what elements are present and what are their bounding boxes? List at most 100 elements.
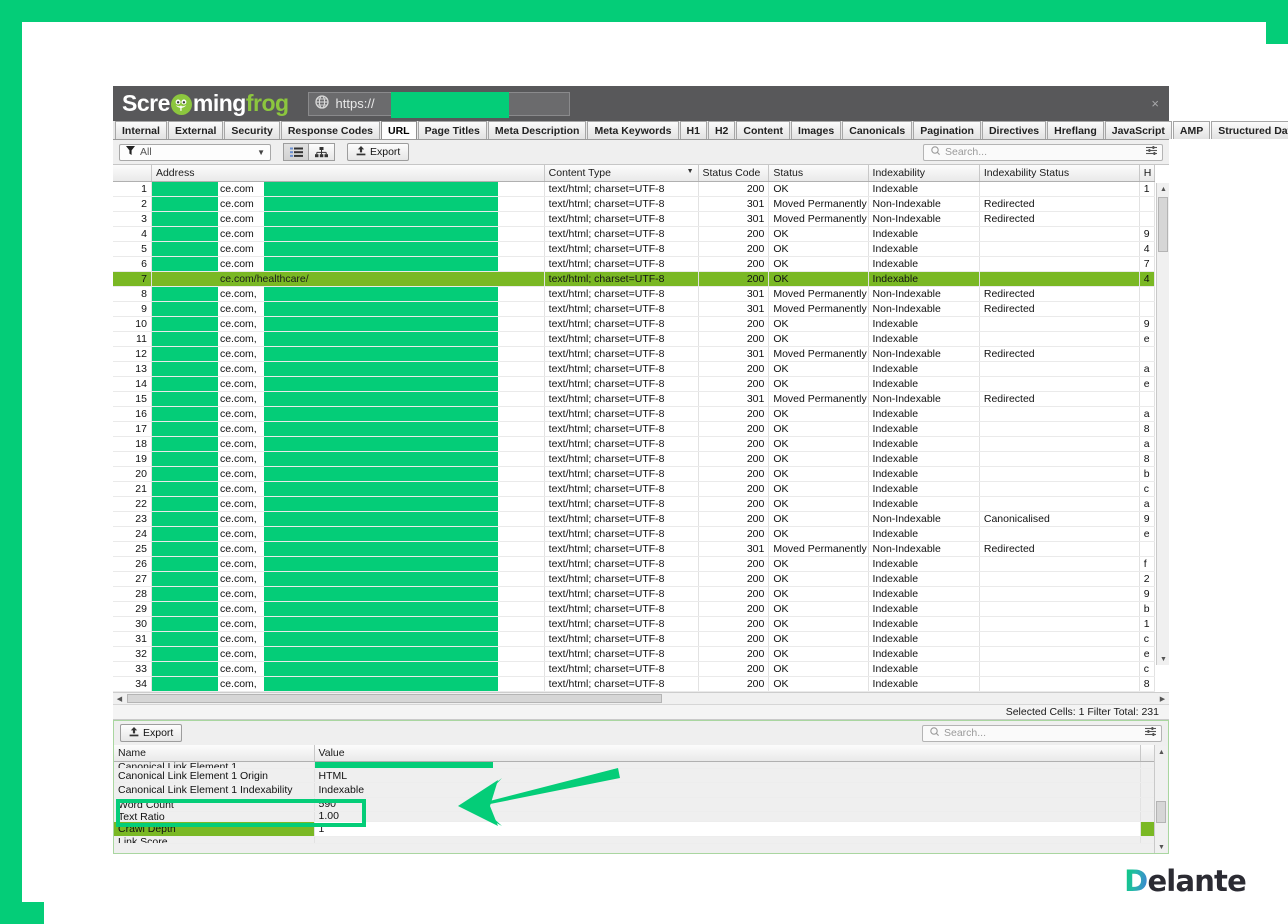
cell-indexability-status[interactable] <box>979 362 1139 377</box>
grid-vertical-scrollbar[interactable]: ▲ ▼ <box>1156 183 1169 665</box>
cell-status-code[interactable]: 200 <box>698 482 769 497</box>
cell-indexability-status[interactable]: Redirected <box>979 287 1139 302</box>
cell-address[interactable]: ce.com, <box>151 602 544 617</box>
cell-status-code[interactable]: 200 <box>698 332 769 347</box>
table-row[interactable]: 20ce.com,text/html; charset=UTF-8200OKIn… <box>113 467 1155 482</box>
cell-status[interactable]: Moved Permanently <box>769 542 868 557</box>
cell-indexability[interactable]: Indexable <box>868 587 979 602</box>
cell-status[interactable]: OK <box>769 377 868 392</box>
cell-h1-truncated[interactable] <box>1139 287 1154 302</box>
cell-status-code[interactable]: 200 <box>698 422 769 437</box>
url-bar[interactable]: https:// <box>308 92 570 116</box>
cell-indexability[interactable]: Non-Indexable <box>868 287 979 302</box>
table-row[interactable]: 4ce.comtext/html; charset=UTF-8200OKInde… <box>113 227 1155 242</box>
sliders-icon[interactable] <box>1146 146 1157 158</box>
cell-status-code[interactable]: 200 <box>698 437 769 452</box>
table-row[interactable]: 25ce.com,text/html; charset=UTF-8301Move… <box>113 542 1155 557</box>
cell-h1-truncated[interactable]: b <box>1139 467 1154 482</box>
table-row[interactable]: 8ce.com,text/html; charset=UTF-8301Moved… <box>113 287 1155 302</box>
table-row[interactable]: 22ce.com,text/html; charset=UTF-8200OKIn… <box>113 497 1155 512</box>
cell-status-code[interactable]: 200 <box>698 512 769 527</box>
cell-h1-truncated[interactable]: 8 <box>1139 677 1154 692</box>
cell-address[interactable]: ce.com, <box>151 662 544 677</box>
cell-indexability[interactable]: Non-Indexable <box>868 542 979 557</box>
table-row[interactable]: 14ce.com,text/html; charset=UTF-8200OKIn… <box>113 377 1155 392</box>
search-input[interactable]: Search... <box>923 144 1163 161</box>
table-row[interactable]: 3ce.comtext/html; charset=UTF-8301Moved … <box>113 212 1155 227</box>
cell-content-type[interactable]: text/html; charset=UTF-8 <box>544 347 698 362</box>
cell-h1-truncated[interactable]: e <box>1139 332 1154 347</box>
cell-address[interactable]: ce.com, <box>151 482 544 497</box>
table-row[interactable]: 16ce.com,text/html; charset=UTF-8200OKIn… <box>113 407 1155 422</box>
cell-status-code[interactable]: 200 <box>698 497 769 512</box>
cell-address[interactable]: ce.com, <box>151 572 544 587</box>
detail-name-cell[interactable]: Canonical Link Element 1 <box>114 762 314 769</box>
cell-status-code[interactable]: 200 <box>698 317 769 332</box>
cell-status[interactable]: OK <box>769 512 868 527</box>
cell-indexability[interactable]: Non-Indexable <box>868 392 979 407</box>
cell-status-code[interactable]: 301 <box>698 347 769 362</box>
cell-content-type[interactable]: text/html; charset=UTF-8 <box>544 407 698 422</box>
table-row[interactable]: 11ce.com,text/html; charset=UTF-8200OKIn… <box>113 332 1155 347</box>
cell-status[interactable]: Moved Permanently <box>769 197 868 212</box>
cell-indexability-status[interactable] <box>979 272 1139 287</box>
cell-content-type[interactable]: text/html; charset=UTF-8 <box>544 242 698 257</box>
cell-indexability-status[interactable]: Redirected <box>979 212 1139 227</box>
detail-col-name[interactable]: Name <box>114 745 314 762</box>
cell-content-type[interactable]: text/html; charset=UTF-8 <box>544 197 698 212</box>
col-header-status-code[interactable]: Status Code <box>698 165 769 182</box>
table-row[interactable]: 18ce.com,text/html; charset=UTF-8200OKIn… <box>113 437 1155 452</box>
cell-indexability[interactable]: Indexable <box>868 647 979 662</box>
cell-content-type[interactable]: text/html; charset=UTF-8 <box>544 422 698 437</box>
cell-h1-truncated[interactable]: c <box>1139 662 1154 677</box>
detail-row[interactable]: Canonical Link Element 1 IndexabilityInd… <box>114 783 1154 797</box>
horizontal-scroll-thumb[interactable] <box>127 694 662 703</box>
cell-address[interactable]: ce.com/healthcare/ <box>151 272 544 287</box>
cell-indexability-status[interactable] <box>979 497 1139 512</box>
cell-indexability-status[interactable] <box>979 557 1139 572</box>
cell-content-type[interactable]: text/html; charset=UTF-8 <box>544 632 698 647</box>
cell-address[interactable]: ce.com, <box>151 677 544 692</box>
scroll-down-icon[interactable]: ▼ <box>1157 653 1170 665</box>
tab-content[interactable]: Content <box>736 121 790 139</box>
cell-content-type[interactable]: text/html; charset=UTF-8 <box>544 317 698 332</box>
cell-h1-truncated[interactable]: 1 <box>1139 182 1154 197</box>
cell-indexability[interactable]: Indexable <box>868 572 979 587</box>
cell-indexability-status[interactable] <box>979 677 1139 692</box>
cell-status[interactable]: OK <box>769 677 868 692</box>
cell-status[interactable]: Moved Permanently <box>769 392 868 407</box>
cell-content-type[interactable]: text/html; charset=UTF-8 <box>544 677 698 692</box>
scroll-up-icon[interactable]: ▲ <box>1157 183 1170 195</box>
cell-indexability[interactable]: Indexable <box>868 452 979 467</box>
cell-status[interactable]: OK <box>769 497 868 512</box>
cell-h1-truncated[interactable] <box>1139 197 1154 212</box>
detail-name-cell[interactable]: Link Score <box>114 836 314 843</box>
cell-indexability[interactable]: Indexable <box>868 677 979 692</box>
cell-status[interactable]: OK <box>769 467 868 482</box>
cell-address[interactable]: ce.com, <box>151 392 544 407</box>
cell-indexability-status[interactable]: Canonicalised <box>979 512 1139 527</box>
cell-h1-truncated[interactable]: 9 <box>1139 227 1154 242</box>
filter-dropdown[interactable]: All ▼ <box>119 144 271 161</box>
detail-name-cell[interactable]: Crawl Depth <box>114 822 314 836</box>
cell-indexability-status[interactable] <box>979 332 1139 347</box>
cell-indexability-status[interactable] <box>979 452 1139 467</box>
cell-status-code[interactable]: 200 <box>698 272 769 287</box>
cell-h1-truncated[interactable]: a <box>1139 407 1154 422</box>
cell-content-type[interactable]: text/html; charset=UTF-8 <box>544 602 698 617</box>
cell-indexability[interactable]: Indexable <box>868 437 979 452</box>
cell-status[interactable]: OK <box>769 452 868 467</box>
cell-content-type[interactable]: text/html; charset=UTF-8 <box>544 512 698 527</box>
cell-indexability-status[interactable]: Redirected <box>979 197 1139 212</box>
cell-status-code[interactable]: 200 <box>698 632 769 647</box>
cell-h1-truncated[interactable]: b <box>1139 602 1154 617</box>
cell-status-code[interactable]: 301 <box>698 287 769 302</box>
cell-status[interactable]: Moved Permanently <box>769 347 868 362</box>
table-row[interactable]: 34ce.com,text/html; charset=UTF-8200OKIn… <box>113 677 1155 692</box>
cell-indexability-status[interactable] <box>979 467 1139 482</box>
table-row[interactable]: 1ce.comtext/html; charset=UTF-8200OKInde… <box>113 182 1155 197</box>
cell-h1-truncated[interactable]: 9 <box>1139 587 1154 602</box>
cell-indexability[interactable]: Non-Indexable <box>868 212 979 227</box>
table-row[interactable]: 17ce.com,text/html; charset=UTF-8200OKIn… <box>113 422 1155 437</box>
table-row[interactable]: 6ce.comtext/html; charset=UTF-8200OKInde… <box>113 257 1155 272</box>
